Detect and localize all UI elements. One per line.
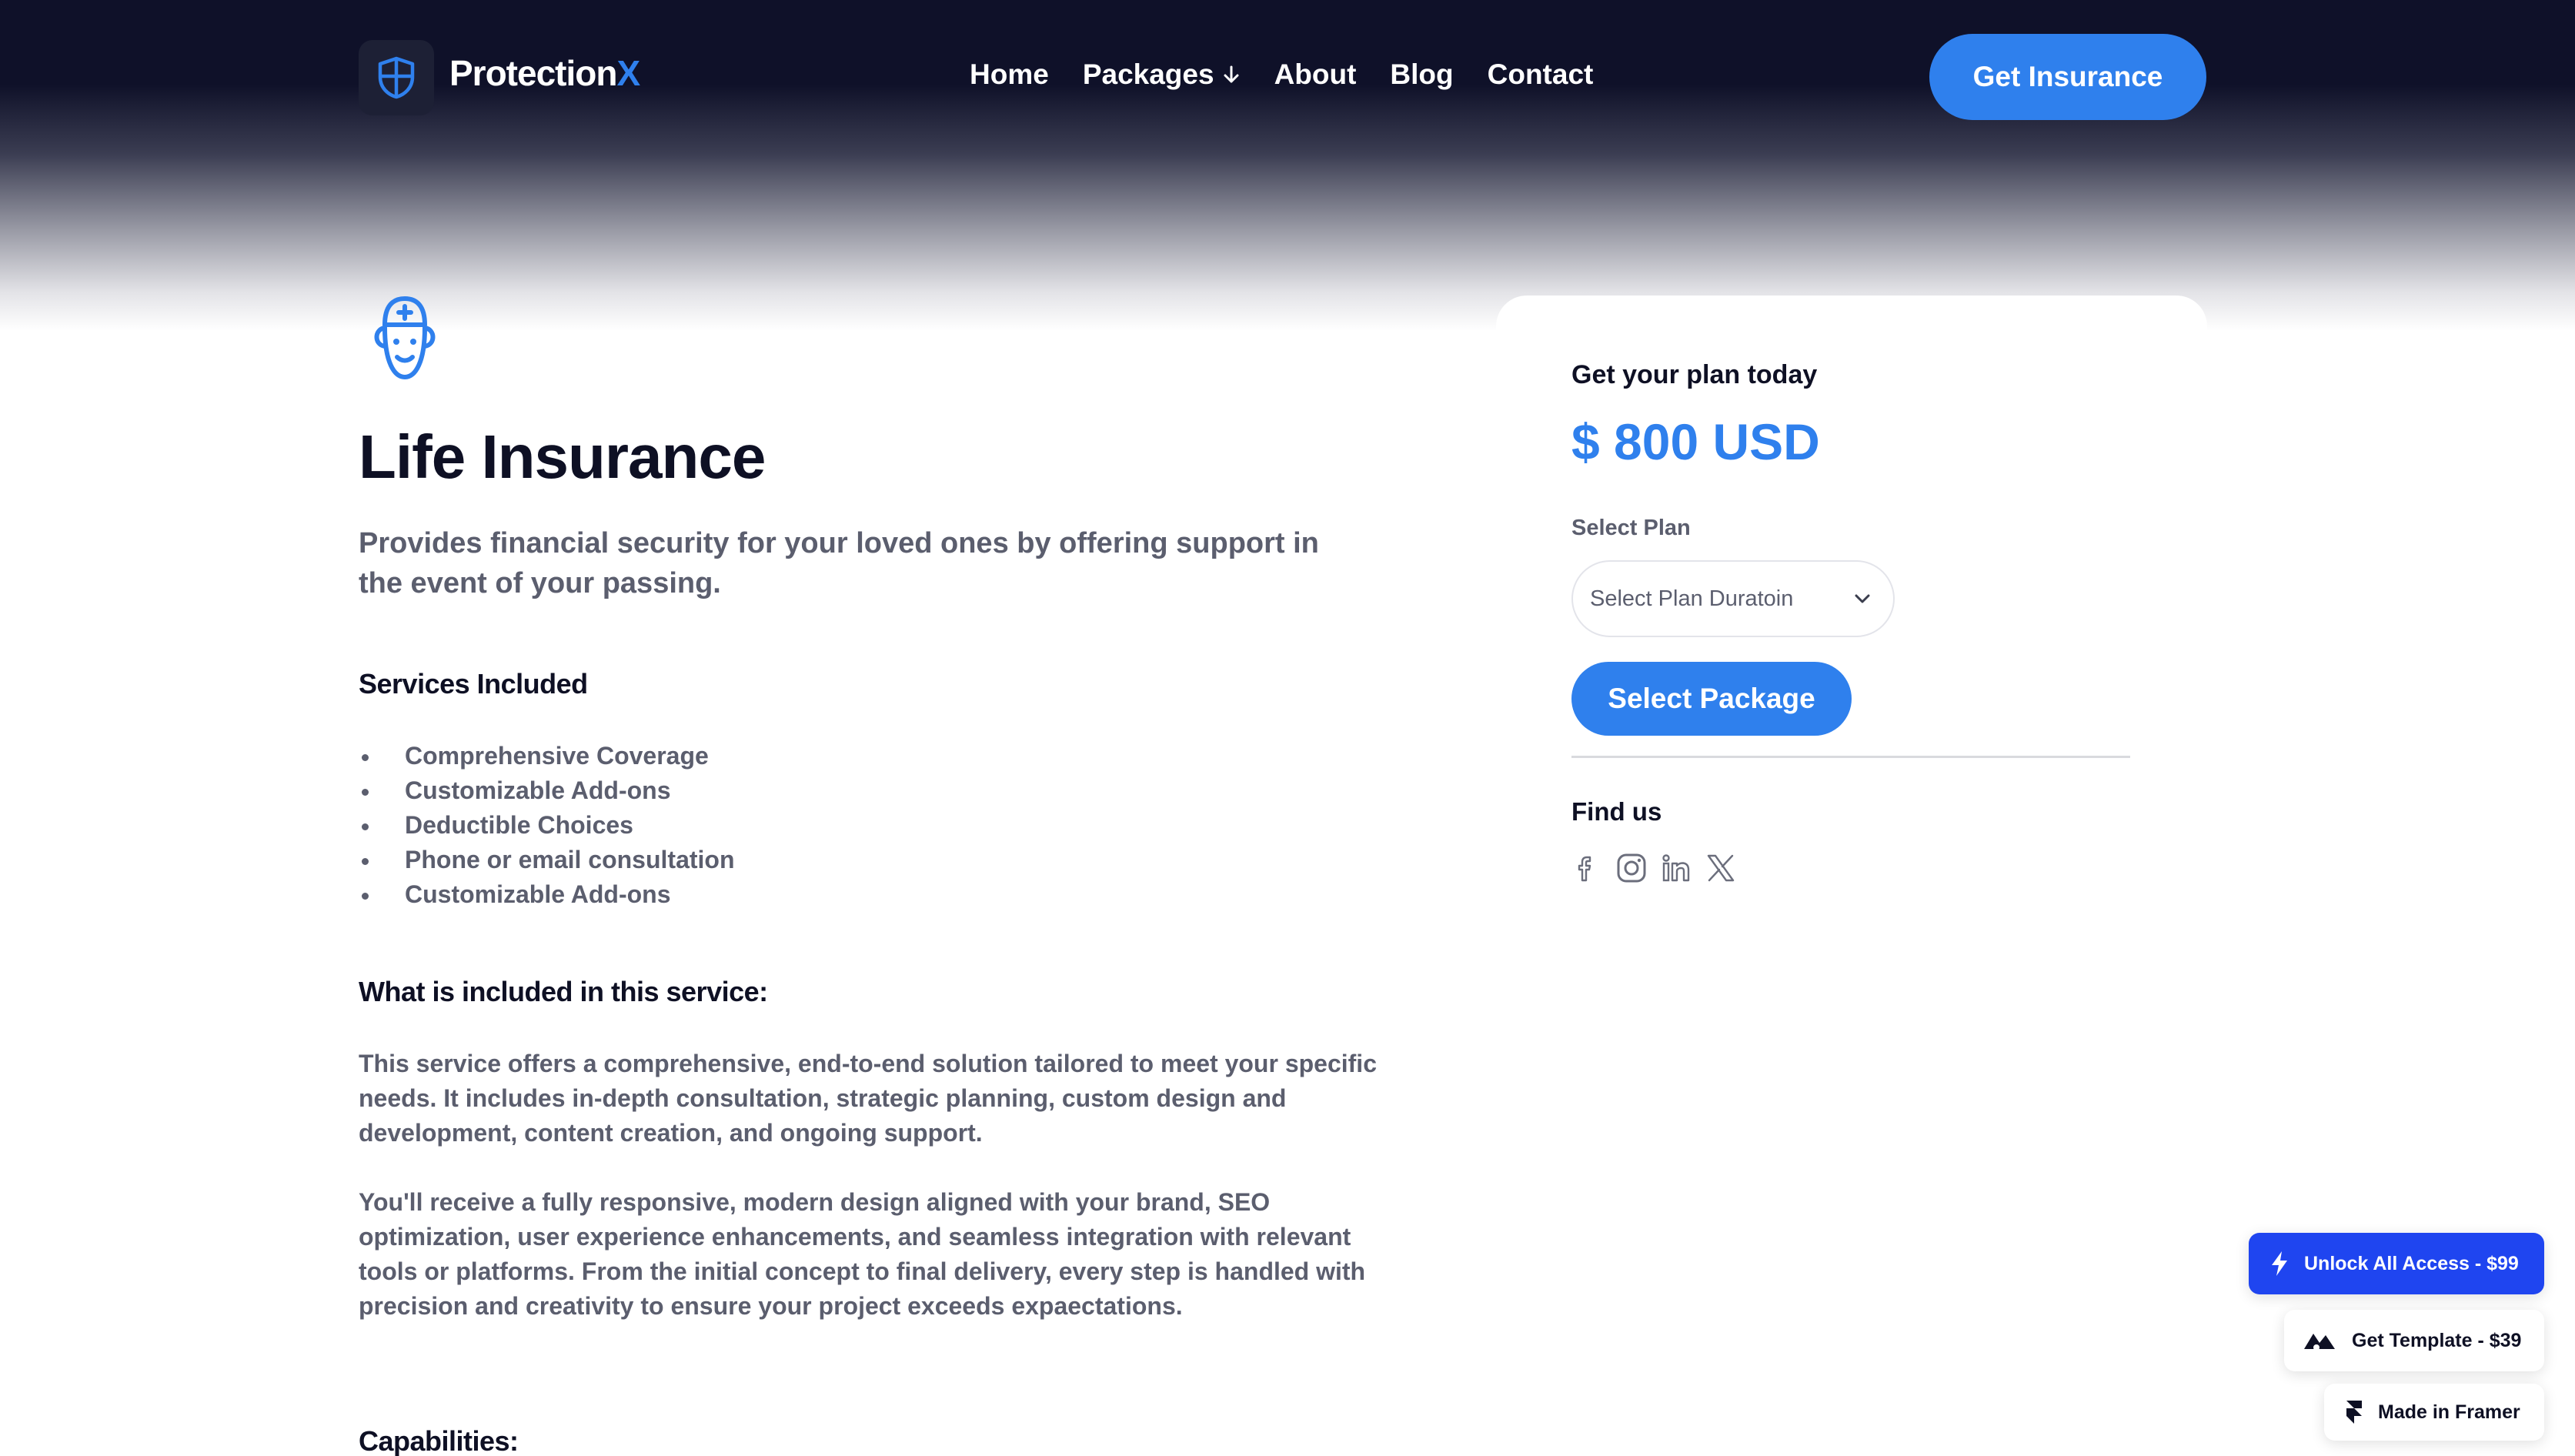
nav-link-about[interactable]: About	[1274, 58, 1357, 91]
select-plan-label: Select Plan	[1571, 516, 1691, 540]
social-links	[1571, 853, 1736, 883]
lightning-icon	[2272, 1251, 2287, 1276]
nurse-icon	[368, 294, 442, 390]
made-in-framer-label: Made in Framer	[2378, 1401, 2520, 1423]
service-description: Provides financial security for your lov…	[359, 527, 1319, 599]
framer-icon	[2346, 1401, 2362, 1424]
template-logo-icon	[2304, 1334, 2335, 1351]
nav-link-blog[interactable]: Blog	[1390, 58, 1453, 91]
included-paragraph-2: You'll receive a fully responsive, moder…	[359, 1188, 1366, 1320]
page-title: Life Insurance	[359, 422, 766, 491]
top-navigation: ProtectionX Home Packages About Blog Con…	[0, 0, 2575, 154]
facebook-icon[interactable]	[1571, 853, 1602, 883]
nav-links: Home Packages About Blog Contact	[970, 58, 1627, 91]
get-insurance-button[interactable]: Get Insurance	[1929, 34, 2206, 120]
unlock-all-access-label: Unlock All Access - $99	[2304, 1252, 2519, 1274]
find-us-heading: Find us	[1571, 797, 1662, 826]
list-item: Customizable Add-ons	[359, 877, 735, 912]
select-package-button[interactable]: Select Package	[1571, 662, 1852, 736]
x-icon[interactable]	[1705, 853, 1736, 883]
brand-logo-text[interactable]: ProtectionX	[449, 52, 640, 94]
nav-link-contact[interactable]: Contact	[1488, 58, 1594, 91]
made-in-framer-badge[interactable]: Made in Framer	[2324, 1384, 2544, 1441]
services-included-heading: Services Included	[359, 668, 588, 700]
get-template-button[interactable]: Get Template - $39	[2284, 1310, 2544, 1371]
services-list: Comprehensive Coverage Customizable Add-…	[359, 739, 735, 912]
brand-accent: X	[616, 53, 640, 93]
pricing-card: Get your plan today $ 800 USD Select Pla…	[1496, 296, 2207, 1456]
linkedin-icon[interactable]	[1661, 853, 1692, 883]
list-item: Customizable Add-ons	[359, 773, 735, 808]
included-paragraph-1: This service offers a comprehensive, end…	[359, 1050, 1377, 1147]
capabilities-heading: Capabilities:	[359, 1425, 519, 1456]
divider	[1571, 756, 2130, 758]
brand-name: Protection	[449, 53, 617, 93]
plan-duration-select[interactable]: Select Plan Duratoin	[1571, 560, 1895, 637]
logo-badge[interactable]	[359, 40, 434, 115]
chevron-down-icon	[1855, 594, 1870, 603]
plan-price: $ 800 USD	[1571, 413, 1820, 470]
shield-icon	[378, 56, 415, 99]
instagram-icon[interactable]	[1616, 853, 1647, 883]
arrow-down-icon	[1224, 65, 1239, 83]
nav-link-packages-label: Packages	[1082, 58, 1214, 90]
list-item: Deductible Choices	[359, 808, 735, 843]
get-template-label: Get Template - $39	[2352, 1329, 2522, 1351]
included-heading: What is included in this service:	[359, 976, 768, 1007]
unlock-all-access-button[interactable]: Unlock All Access - $99	[2249, 1233, 2544, 1294]
nav-link-packages[interactable]: Packages	[1083, 58, 1241, 91]
list-item: Comprehensive Coverage	[359, 739, 735, 773]
list-item: Phone or email consultation	[359, 843, 735, 877]
plan-duration-select-value: Select Plan Duratoin	[1590, 586, 1794, 611]
plan-label: Get your plan today	[1571, 360, 1818, 389]
nav-link-home[interactable]: Home	[970, 58, 1049, 91]
